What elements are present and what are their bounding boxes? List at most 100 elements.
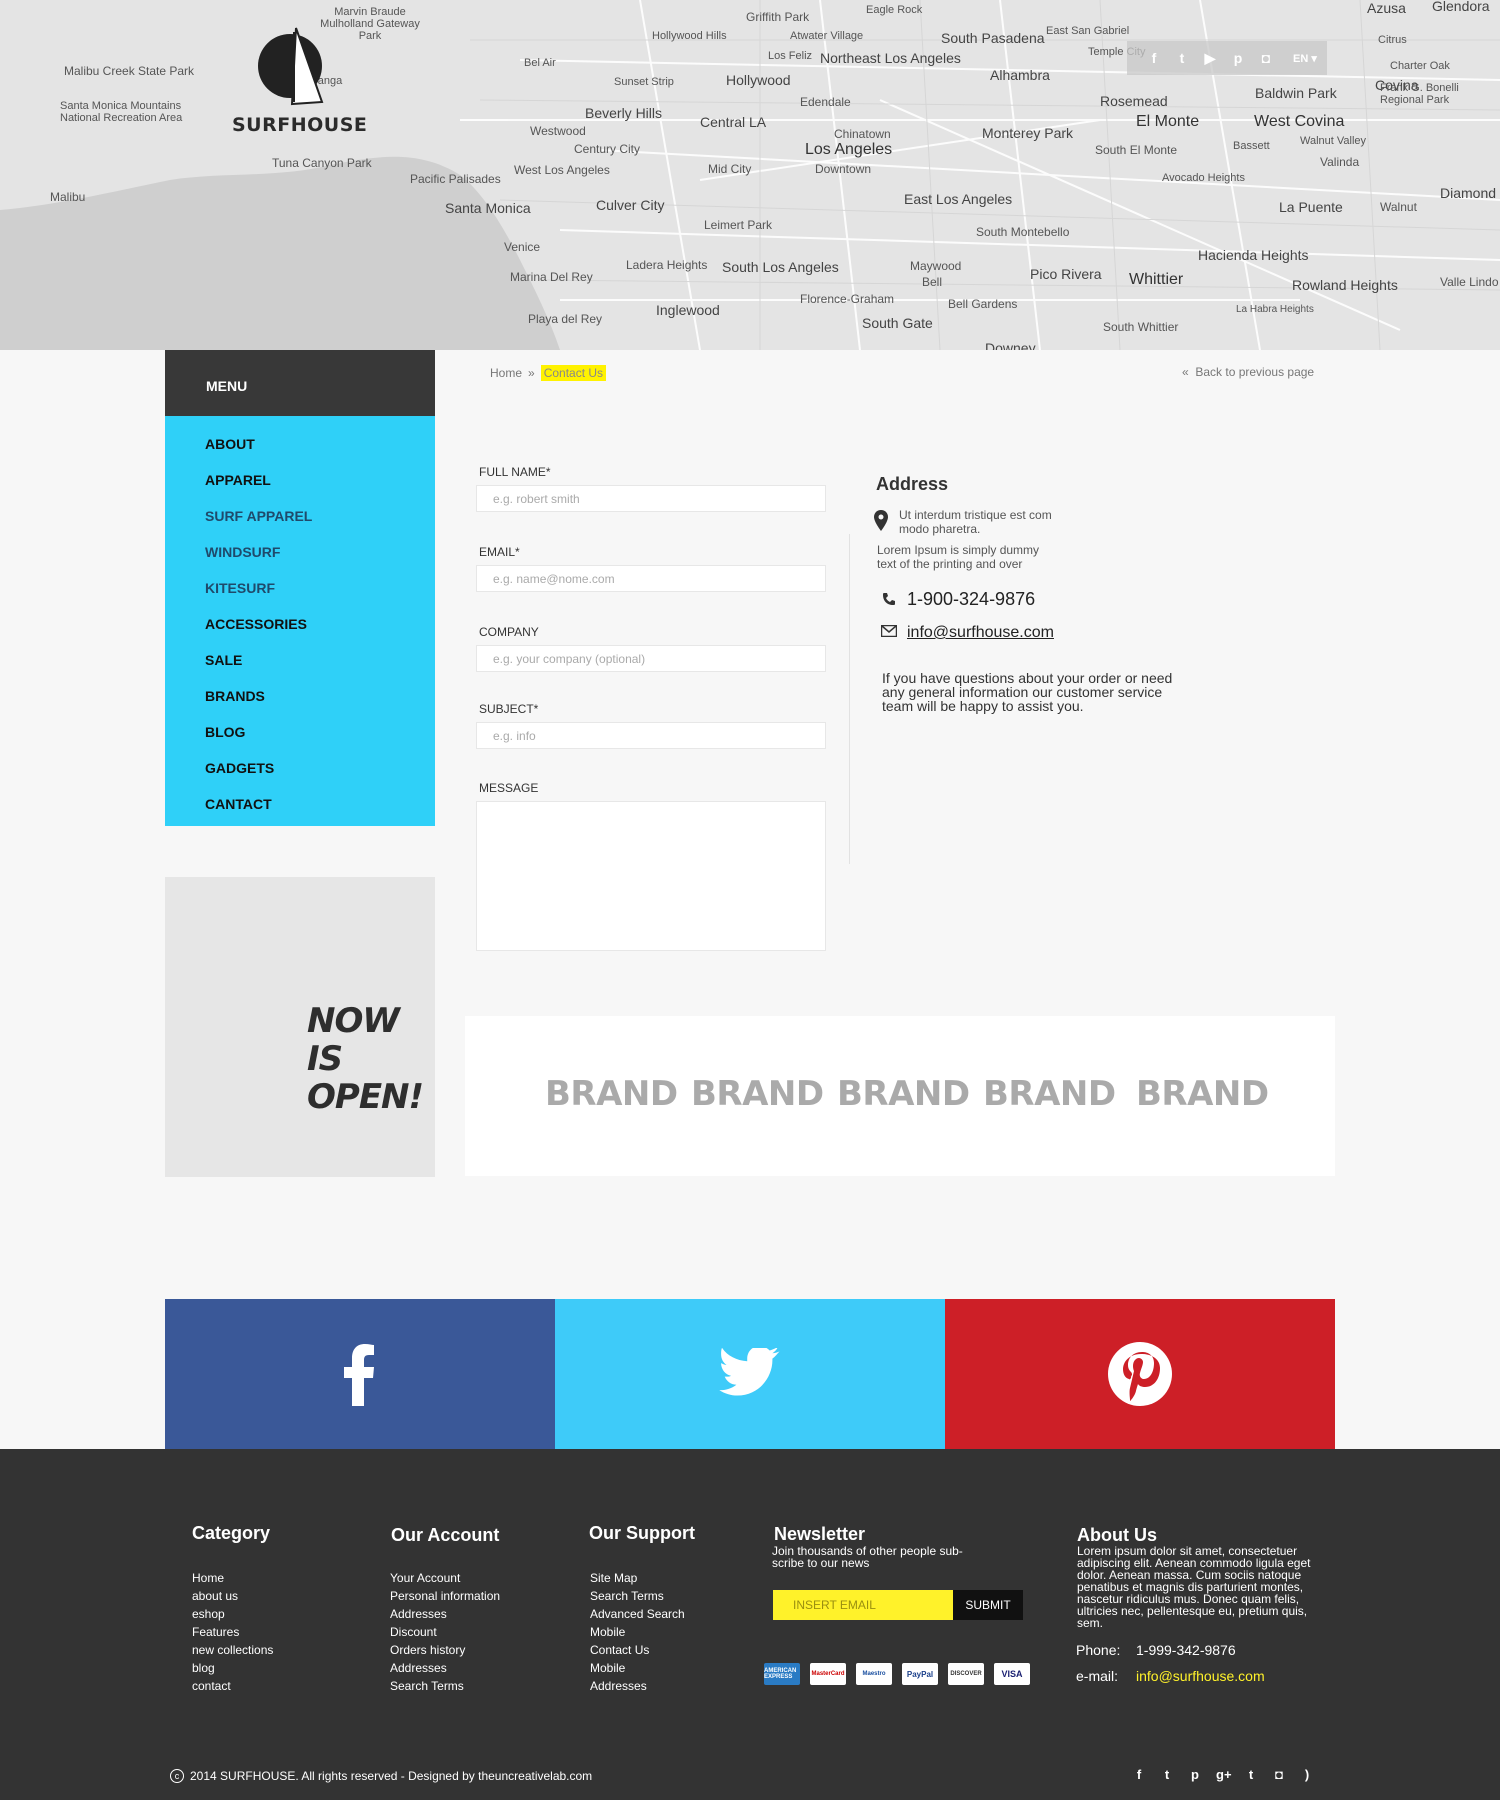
menu-item[interactable]: CANTACT xyxy=(165,790,435,826)
instagram-icon[interactable]: ◘ xyxy=(1257,49,1275,67)
menu-item[interactable]: BLOG xyxy=(165,718,435,754)
facebook-icon[interactable]: f xyxy=(1132,1767,1146,1783)
menu-item[interactable]: ABOUT xyxy=(165,430,435,466)
map-label: West Covina xyxy=(1254,113,1345,130)
youtube-icon[interactable]: ▶ xyxy=(1201,49,1219,67)
full-name-placeholder: e.g. robert smith xyxy=(493,491,580,506)
full-name-label: FULL NAME* xyxy=(479,465,551,479)
footer-account-links: Your Account Personal information Addres… xyxy=(390,1569,500,1695)
footer-link[interactable]: Discount xyxy=(390,1623,500,1641)
footer-newsletter-title: Newsletter xyxy=(774,1524,866,1544)
instagram-icon[interactable]: ◘ xyxy=(1272,1767,1286,1783)
map-label: Diamond Bar xyxy=(1440,185,1500,201)
menu-item[interactable]: ACCESSORIES xyxy=(165,610,435,646)
pinterest-icon[interactable]: p xyxy=(1188,1767,1202,1783)
twitter-icon[interactable]: t xyxy=(1173,49,1191,67)
payment-cards: AMERICAN EXPRESS MasterCard Maestro PayP… xyxy=(764,1663,1030,1685)
language-selector[interactable]: EN ▾ xyxy=(1293,52,1317,65)
footer-link[interactable]: Site Map xyxy=(590,1569,685,1587)
footer-link[interactable]: Personal information xyxy=(390,1587,500,1605)
breadcrumb-home[interactable]: Home xyxy=(490,366,522,380)
contact-phone[interactable]: 1-900-324-9876 xyxy=(907,589,1035,610)
pinterest-icon[interactable]: p xyxy=(1229,49,1247,67)
map-label: Chinatown xyxy=(834,127,891,141)
map-label: South Whittier xyxy=(1103,320,1179,334)
subject-placeholder: e.g. info xyxy=(493,728,536,743)
footer-link[interactable]: new collections xyxy=(192,1641,273,1659)
footer-link[interactable]: eshop xyxy=(192,1605,273,1623)
brand-logo[interactable]: BRAND xyxy=(837,1074,970,1114)
map-label: Walnut xyxy=(1380,200,1417,214)
menu-item[interactable]: APPAREL xyxy=(165,466,435,502)
footer-link[interactable]: Search Terms xyxy=(390,1677,500,1695)
social-topbar: f t ▶ p ◘ EN ▾ xyxy=(1127,41,1327,75)
rss-icon[interactable]: ) xyxy=(1300,1767,1314,1783)
brand-logo[interactable]: BRAND xyxy=(545,1074,678,1114)
footer-link[interactable]: Features xyxy=(192,1623,273,1641)
envelope-icon xyxy=(881,625,897,637)
map-label: Pacific Palisades xyxy=(410,172,501,186)
footer-link[interactable]: Mobile xyxy=(590,1623,685,1641)
map-label: Citrus xyxy=(1378,34,1407,46)
about-phone[interactable]: 1-999-342-9876 xyxy=(1136,1642,1236,1658)
twitter-icon[interactable]: t xyxy=(1160,1767,1174,1783)
surfhouse-logo[interactable]: SURFHOUSE xyxy=(232,24,367,144)
footer-link[interactable]: Advanced Search xyxy=(590,1605,685,1623)
facebook-icon[interactable]: f xyxy=(1145,49,1163,67)
footer-link[interactable]: Mobile xyxy=(590,1659,685,1677)
footer-link[interactable]: Search Terms xyxy=(590,1587,685,1605)
back-link[interactable]: « Back to previous page xyxy=(1182,365,1314,379)
map-label: South Gate xyxy=(862,315,933,331)
brand-logo[interactable]: BRAND xyxy=(983,1074,1116,1114)
brand-strip: BRAND BRAND BRAND BRAND BRAND xyxy=(465,1016,1335,1176)
map-label: South Pasadena xyxy=(941,30,1045,46)
map-label: Whittier xyxy=(1129,271,1184,288)
google-plus-icon[interactable]: g+ xyxy=(1216,1767,1232,1783)
copyright-text: 2014 SURFHOUSE. All rights reserved - De… xyxy=(190,1769,593,1783)
map-label: Santa Monica xyxy=(445,200,531,216)
footer-link[interactable]: Addresses xyxy=(390,1659,500,1677)
full-name-field[interactable]: e.g. robert smith xyxy=(476,485,826,512)
breadcrumb-separator: » xyxy=(528,366,535,380)
menu-item[interactable]: GADGETS xyxy=(165,754,435,790)
contact-email[interactable]: info@surfhouse.com xyxy=(907,624,1054,642)
footer-support-links: Site Map Search Terms Advanced Search Mo… xyxy=(590,1569,685,1695)
map-label: Bell xyxy=(922,275,943,289)
footer-link[interactable]: contact xyxy=(192,1677,273,1695)
footer-link[interactable]: about us xyxy=(192,1587,273,1605)
menu-item[interactable]: WINDSURF xyxy=(165,538,435,574)
map-label: Valinda xyxy=(1320,155,1360,169)
company-label: COMPANY xyxy=(479,625,539,639)
pinterest-block[interactable] xyxy=(945,1299,1335,1449)
footer-link[interactable]: Addresses xyxy=(590,1677,685,1695)
map-label: El Monte xyxy=(1136,113,1200,130)
footer-account-title: Our Account xyxy=(391,1525,500,1545)
location-map[interactable]: Malibu Creek State Park Santa Monica Mou… xyxy=(0,0,1500,350)
promo-banner[interactable]: NOW IS OPEN! xyxy=(165,877,435,1177)
newsletter-email-input[interactable]: INSERT EMAIL xyxy=(773,1590,953,1620)
footer-link[interactable]: Contact Us xyxy=(590,1641,685,1659)
message-textarea[interactable] xyxy=(476,801,826,951)
company-field[interactable]: e.g. your company (optional) xyxy=(476,645,826,672)
footer-link[interactable]: blog xyxy=(192,1659,273,1677)
brand-logo[interactable]: BRAND xyxy=(1136,1074,1269,1114)
menu-item[interactable]: SURF APPAREL xyxy=(165,502,435,538)
menu-item[interactable]: BRANDS xyxy=(165,682,435,718)
footer-link[interactable]: Addresses xyxy=(390,1605,500,1623)
newsletter-submit-button[interactable]: SUBMIT xyxy=(953,1590,1023,1620)
tumblr-icon[interactable]: t xyxy=(1244,1767,1258,1783)
brand-logo[interactable]: BRAND xyxy=(691,1074,824,1114)
subject-field[interactable]: e.g. info xyxy=(476,722,826,749)
menu-item[interactable]: KITESURF xyxy=(165,574,435,610)
map-label: Alhambra xyxy=(990,67,1050,83)
footer-about-title: About Us xyxy=(1077,1525,1157,1545)
about-email[interactable]: info@surfhouse.com xyxy=(1136,1668,1265,1684)
email-field[interactable]: e.g. name@nome.com xyxy=(476,565,826,592)
footer-link[interactable]: Orders history xyxy=(390,1641,500,1659)
map-label: Northeast Los Angeles xyxy=(820,50,961,66)
footer-link[interactable]: Home xyxy=(192,1569,273,1587)
facebook-block[interactable] xyxy=(165,1299,555,1449)
twitter-block[interactable] xyxy=(555,1299,945,1449)
menu-item[interactable]: SALE xyxy=(165,646,435,682)
footer-link[interactable]: Your Account xyxy=(390,1569,500,1587)
